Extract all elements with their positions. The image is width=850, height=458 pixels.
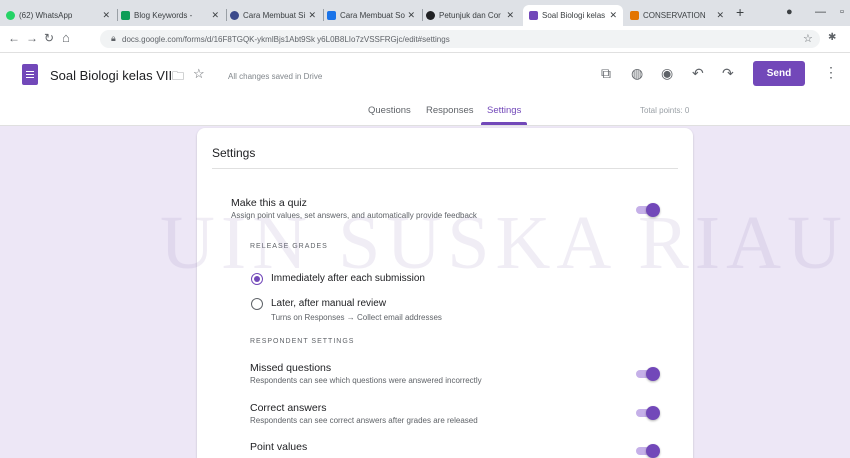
minimize-button[interactable]: — bbox=[815, 6, 826, 18]
site-icon bbox=[630, 11, 639, 20]
close-icon[interactable]: ✕ bbox=[308, 10, 316, 21]
extension-icon[interactable]: ✱ bbox=[828, 32, 836, 43]
site-icon bbox=[230, 11, 239, 20]
lock-icon[interactable]: 🔒︎ bbox=[111, 33, 116, 44]
redo-icon[interactable]: ↷ bbox=[722, 65, 734, 82]
browser-tab[interactable]: (62) WhatsApp ✕ bbox=[6, 5, 116, 26]
release-later-description: Turns on Responses → Collect email addre… bbox=[271, 313, 442, 322]
form-title[interactable]: Soal Biologi kelas VII bbox=[50, 68, 172, 83]
browser-tab[interactable]: CONSERVATION ✕ bbox=[630, 5, 730, 26]
tab-label: Cara Membuat Si bbox=[243, 11, 306, 20]
undo-icon[interactable]: ↶ bbox=[692, 65, 704, 82]
point-values-toggle[interactable] bbox=[634, 444, 660, 458]
release-immediately-radio[interactable] bbox=[251, 273, 263, 285]
browser-tab[interactable]: Petunjuk dan Cor ✕ bbox=[426, 5, 520, 26]
bookmark-star-icon[interactable]: ☆ bbox=[803, 32, 813, 45]
missed-questions-toggle[interactable] bbox=[634, 367, 660, 381]
star-icon[interactable]: ☆ bbox=[193, 66, 205, 82]
reload-icon[interactable]: ↻ bbox=[44, 31, 54, 45]
more-options-icon[interactable]: ⋮ bbox=[824, 64, 838, 81]
close-icon[interactable]: ✕ bbox=[716, 10, 724, 21]
browser-tab-active[interactable]: Soal Biologi kelas ✕ bbox=[523, 5, 623, 26]
forward-icon[interactable]: → bbox=[26, 31, 38, 45]
tab-label: Petunjuk dan Cor bbox=[439, 11, 501, 20]
close-icon[interactable]: ✕ bbox=[102, 10, 110, 21]
back-icon[interactable]: ← bbox=[8, 31, 20, 45]
tab-label: Soal Biologi kelas bbox=[542, 11, 606, 20]
preview-eye-icon[interactable]: ◉ bbox=[661, 65, 673, 82]
tab-label: (62) WhatsApp bbox=[19, 11, 73, 20]
missed-questions-title: Missed questions bbox=[250, 362, 332, 374]
browser-tab[interactable]: Blog Keywords - ✕ bbox=[121, 5, 225, 26]
site-icon bbox=[327, 11, 336, 20]
new-tab-button[interactable]: + bbox=[736, 4, 744, 20]
account-icon[interactable]: ● bbox=[786, 6, 793, 18]
close-icon[interactable]: ✕ bbox=[407, 10, 415, 21]
toggle-knob bbox=[646, 203, 660, 217]
palette-icon[interactable]: ◍ bbox=[631, 65, 643, 82]
missed-questions-description: Respondents can see which questions were… bbox=[250, 376, 482, 385]
close-icon[interactable]: ✕ bbox=[609, 10, 617, 21]
save-status: All changes saved in Drive bbox=[228, 72, 323, 81]
tab-separator bbox=[226, 9, 227, 21]
respondent-settings-heading: RESPONDENT SETTINGS bbox=[250, 338, 355, 345]
toggle-knob bbox=[646, 444, 660, 458]
restore-button[interactable]: ▫ bbox=[840, 6, 844, 18]
whatsapp-icon bbox=[6, 11, 15, 20]
send-button[interactable]: Send bbox=[753, 61, 805, 86]
release-later-label[interactable]: Later, after manual review bbox=[271, 298, 386, 309]
home-icon[interactable]: ⌂ bbox=[62, 30, 70, 45]
release-grades-heading: RELEASE GRADES bbox=[250, 243, 328, 250]
release-immediately-label[interactable]: Immediately after each submission bbox=[271, 273, 425, 284]
forms-header bbox=[0, 53, 850, 126]
point-values-title: Point values bbox=[250, 441, 308, 453]
release-later-radio[interactable] bbox=[251, 298, 263, 310]
active-tab-indicator bbox=[481, 122, 527, 125]
tab-settings[interactable]: Settings bbox=[487, 105, 521, 116]
browser-tab[interactable]: Cara Membuat So ✕ bbox=[327, 5, 421, 26]
tab-responses[interactable]: Responses bbox=[426, 105, 474, 116]
browser-tab[interactable]: Cara Membuat Si ✕ bbox=[230, 5, 322, 26]
tab-separator bbox=[422, 9, 423, 21]
quiz-setting-title: Make this a quiz bbox=[231, 197, 307, 209]
sheets-icon bbox=[121, 11, 130, 20]
correct-answers-description: Respondents can see correct answers afte… bbox=[250, 416, 478, 425]
google-forms-logo-icon[interactable] bbox=[22, 64, 38, 85]
tab-label: Blog Keywords - bbox=[134, 11, 193, 20]
settings-title: Settings bbox=[212, 146, 256, 160]
tab-separator bbox=[117, 9, 118, 21]
total-points: Total points: 0 bbox=[640, 106, 690, 115]
toggle-knob bbox=[646, 406, 660, 420]
toggle-knob bbox=[646, 367, 660, 381]
tab-questions[interactable]: Questions bbox=[368, 105, 411, 116]
quiz-toggle[interactable] bbox=[634, 203, 660, 217]
correct-answers-title: Correct answers bbox=[250, 402, 327, 414]
url-text: docs.google.com/forms/d/16F8TGQK-ykmlBjs… bbox=[122, 35, 450, 44]
tab-label: Cara Membuat So bbox=[340, 11, 405, 20]
tab-label: CONSERVATION bbox=[643, 11, 706, 20]
tab-separator bbox=[323, 9, 324, 21]
forms-icon bbox=[529, 11, 538, 20]
site-icon bbox=[426, 11, 435, 20]
customize-theme-icon[interactable]: ⧉ bbox=[601, 65, 611, 82]
close-icon[interactable]: ✕ bbox=[506, 10, 514, 21]
quiz-setting-description: Assign point values, set answers, and au… bbox=[231, 211, 477, 220]
folder-icon[interactable]: 🗀 bbox=[172, 67, 184, 88]
correct-answers-toggle[interactable] bbox=[634, 406, 660, 420]
divider bbox=[212, 168, 678, 169]
close-icon[interactable]: ✕ bbox=[211, 10, 219, 21]
